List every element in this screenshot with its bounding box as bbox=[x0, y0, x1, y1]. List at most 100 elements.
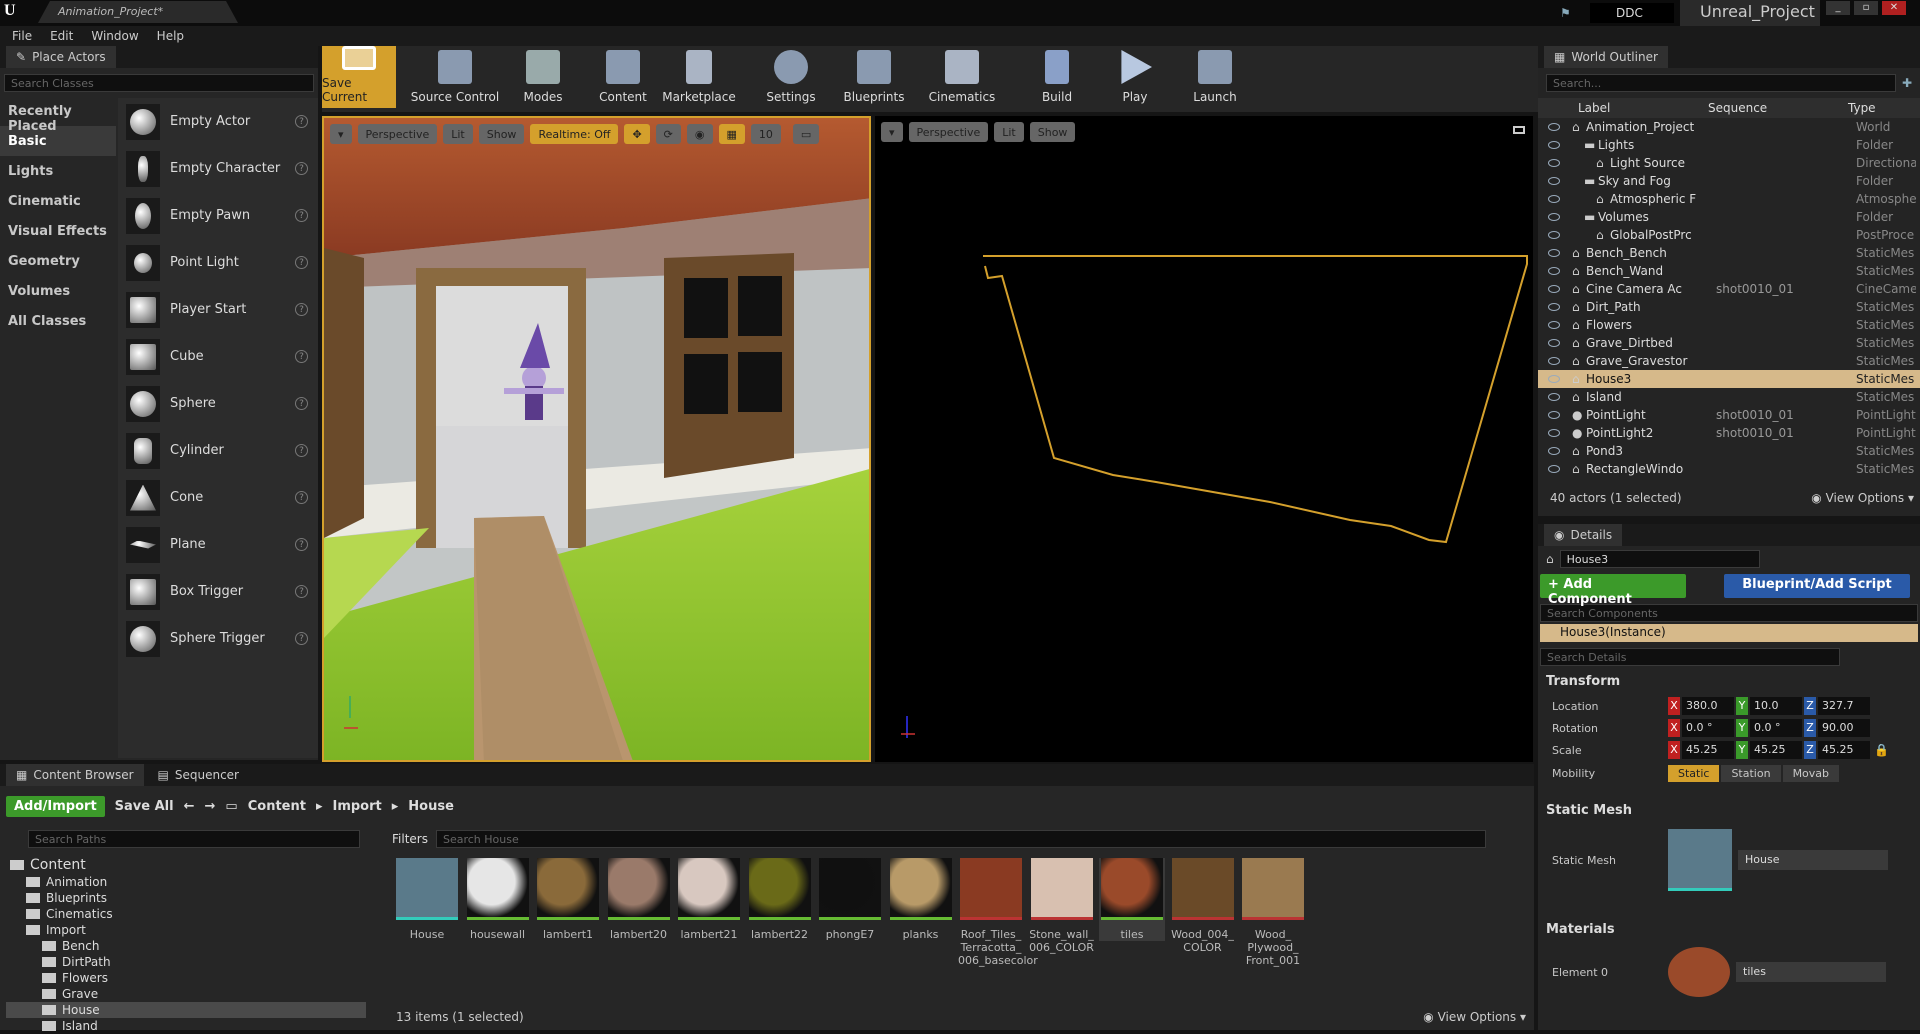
location-z-field[interactable]: 327.7 bbox=[1818, 697, 1870, 715]
outliner-row[interactable]: ⌂ Flowers StaticMes bbox=[1538, 316, 1920, 334]
lit-button[interactable]: Lit bbox=[994, 122, 1024, 142]
maximize-icon[interactable]: ▫ bbox=[1854, 1, 1878, 15]
play-button[interactable]: Play bbox=[1098, 46, 1172, 108]
add-component-button[interactable]: + Add Component bbox=[1540, 574, 1686, 607]
folder-item[interactable]: Import bbox=[6, 922, 366, 938]
visibility-eye-icon[interactable] bbox=[1548, 393, 1560, 401]
rotation-z-field[interactable]: 90.00 bbox=[1818, 719, 1870, 737]
visibility-eye-icon[interactable] bbox=[1548, 195, 1560, 203]
asset-tile[interactable]: phongE7 bbox=[817, 858, 883, 941]
visibility-eye-icon[interactable] bbox=[1548, 213, 1560, 221]
settings-button[interactable]: Settings bbox=[754, 46, 828, 108]
breadcrumb-house[interactable]: House bbox=[408, 799, 454, 814]
show-button[interactable]: Show bbox=[1029, 122, 1076, 142]
visibility-eye-icon[interactable] bbox=[1548, 123, 1560, 131]
help-icon[interactable]: ? bbox=[295, 538, 308, 551]
rotation-y-field[interactable]: 0.0 ° bbox=[1750, 719, 1802, 737]
mobility-stationary[interactable]: Station bbox=[1721, 764, 1781, 782]
forward-arrow-icon[interactable]: → bbox=[205, 799, 216, 814]
outliner-row[interactable]: ▬ Volumes Folder bbox=[1538, 208, 1920, 226]
category-visual-effects[interactable]: Visual Effects bbox=[0, 216, 116, 246]
mobility-movable[interactable]: Movab bbox=[1782, 764, 1840, 782]
visibility-eye-icon[interactable] bbox=[1548, 447, 1560, 455]
help-icon[interactable]: ? bbox=[295, 209, 308, 222]
outliner-row[interactable]: ⌂ Atmospheric F Atmosphe bbox=[1538, 190, 1920, 208]
save-current-button[interactable]: Save Current bbox=[322, 46, 396, 108]
location-y-field[interactable]: 10.0 bbox=[1750, 697, 1802, 715]
outliner-row[interactable]: ⌂ GlobalPostPrc PostProce bbox=[1538, 226, 1920, 244]
outliner-row[interactable]: ⌂ RectangleWindo StaticMes bbox=[1538, 460, 1920, 478]
actor-plane[interactable]: Plane? bbox=[118, 521, 318, 568]
asset-tile[interactable]: Stone_wall_ 006_COLOR bbox=[1029, 858, 1095, 954]
asset-tile[interactable]: Wood_ Plywood_ Front_001 bbox=[1240, 858, 1306, 967]
folder-item[interactable]: House bbox=[6, 1002, 366, 1018]
view-options-button[interactable]: ◉ View Options ▾ bbox=[1811, 491, 1914, 505]
folder-item[interactable]: Cinematics bbox=[6, 906, 366, 922]
tab-details[interactable]: ◉ Details bbox=[1544, 524, 1623, 546]
grid-snap-icon[interactable]: ▦ bbox=[718, 124, 745, 144]
menu-window[interactable]: Window bbox=[83, 29, 146, 43]
menu-file[interactable]: File bbox=[4, 29, 40, 43]
asset-tile[interactable]: housewall bbox=[465, 858, 531, 941]
folder-item[interactable]: Blueprints bbox=[6, 890, 366, 906]
build-button[interactable]: Build bbox=[1020, 46, 1094, 108]
search-house-input[interactable]: Search House bbox=[435, 830, 1486, 848]
visibility-eye-icon[interactable] bbox=[1548, 159, 1560, 167]
asset-tile[interactable]: lambert20 bbox=[606, 858, 672, 941]
tab-content-browser[interactable]: ▦ Content Browser bbox=[6, 764, 144, 786]
outliner-row[interactable]: ⌂ Dirt_Path StaticMes bbox=[1538, 298, 1920, 316]
grid-snap-value[interactable]: 10 bbox=[750, 124, 781, 144]
asset-tile[interactable]: lambert22 bbox=[747, 858, 813, 941]
help-icon[interactable]: ? bbox=[295, 115, 308, 128]
outliner-row[interactable]: ▬ Sky and Fog Folder bbox=[1538, 172, 1920, 190]
scale-y-field[interactable]: 45.25 bbox=[1750, 741, 1802, 759]
perspective-viewport-wireframe[interactable]: ▾ Perspective Lit Show bbox=[875, 116, 1533, 762]
scale-z-field[interactable]: 45.25 bbox=[1818, 741, 1870, 759]
cb-view-options-button[interactable]: ◉ View Options ▾ bbox=[1423, 1010, 1526, 1024]
help-icon[interactable]: ? bbox=[295, 397, 308, 410]
actor-cube[interactable]: Cube? bbox=[118, 333, 318, 380]
folder-item[interactable]: Island bbox=[6, 1018, 366, 1034]
transform-section-header[interactable]: Transform bbox=[1538, 674, 1920, 689]
category-lights[interactable]: Lights bbox=[0, 156, 116, 186]
help-icon[interactable]: ? bbox=[295, 444, 308, 457]
instance-row[interactable]: House3(Instance) bbox=[1540, 624, 1918, 642]
show-button[interactable]: Show bbox=[478, 124, 525, 144]
col-label-header[interactable]: Label bbox=[1578, 101, 1688, 115]
scale-label[interactable]: Scale bbox=[1538, 744, 1668, 757]
asset-tile[interactable]: Wood_004_ COLOR bbox=[1170, 858, 1236, 954]
rotation-label[interactable]: Rotation bbox=[1538, 722, 1668, 735]
material-combo[interactable]: tiles bbox=[1736, 962, 1886, 982]
help-icon[interactable]: ? bbox=[295, 256, 308, 269]
visibility-eye-icon[interactable] bbox=[1548, 357, 1560, 365]
static-mesh-combo[interactable]: House bbox=[1738, 850, 1888, 870]
visibility-eye-icon[interactable] bbox=[1548, 303, 1560, 311]
outliner-row[interactable]: ⌂ Animation_Project World bbox=[1538, 118, 1920, 136]
world-local-icon[interactable]: ◉ bbox=[686, 124, 713, 144]
static-mesh-section-header[interactable]: Static Mesh bbox=[1538, 803, 1920, 818]
folder-item[interactable]: Grave bbox=[6, 986, 366, 1002]
visibility-eye-icon[interactable] bbox=[1548, 465, 1560, 473]
visibility-eye-icon[interactable] bbox=[1548, 429, 1560, 437]
outliner-row[interactable]: ⌂ House3 StaticMes bbox=[1538, 370, 1920, 388]
help-icon[interactable]: ? bbox=[295, 162, 308, 175]
col-type-header[interactable]: Type bbox=[1848, 101, 1876, 115]
outliner-row[interactable]: ⌂ Light Source Directiona bbox=[1538, 154, 1920, 172]
close-icon[interactable]: ✕ bbox=[1882, 1, 1906, 15]
actor-box-trigger[interactable]: Box Trigger? bbox=[118, 568, 318, 615]
material-thumbnail[interactable] bbox=[1668, 947, 1730, 997]
content-button[interactable]: Content bbox=[586, 46, 660, 108]
filters-button[interactable]: Filters bbox=[392, 832, 428, 846]
back-arrow-icon[interactable]: ← bbox=[184, 799, 195, 814]
viewport-options-button[interactable]: ▾ bbox=[881, 122, 903, 142]
scale-x-field[interactable]: 45.25 bbox=[1682, 741, 1734, 759]
visibility-eye-icon[interactable] bbox=[1548, 141, 1560, 149]
actor-empty-actor[interactable]: Empty Actor? bbox=[118, 98, 318, 145]
outliner-row[interactable]: ● PointLight2 shot0010_01 PointLight bbox=[1538, 424, 1920, 442]
realtime-toggle[interactable]: Realtime: Off bbox=[530, 124, 619, 144]
visibility-eye-icon[interactable] bbox=[1548, 285, 1560, 293]
marketplace-button[interactable]: Marketplace bbox=[656, 46, 742, 108]
outliner-row[interactable]: ⌂ Island StaticMes bbox=[1538, 388, 1920, 406]
perspective-button[interactable]: Perspective bbox=[908, 122, 989, 142]
actor-empty-pawn[interactable]: Empty Pawn? bbox=[118, 192, 318, 239]
